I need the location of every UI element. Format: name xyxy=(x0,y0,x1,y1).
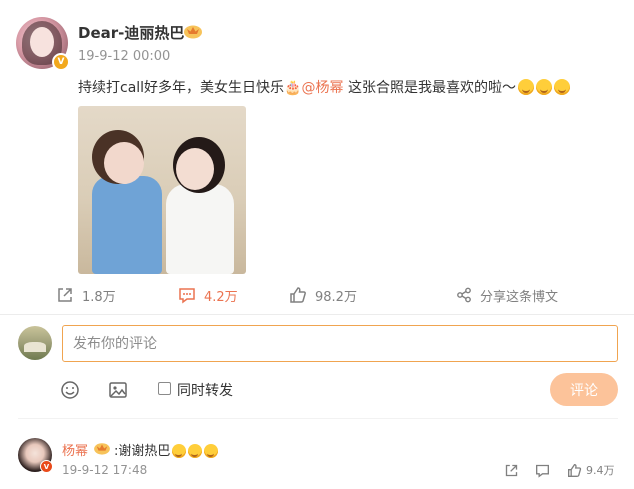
crown-icon xyxy=(94,443,110,455)
post-text-tail: 这张合照是我最喜欢的啦～ xyxy=(343,80,516,96)
thumbs-up-icon xyxy=(568,463,582,477)
repost-checkbox[interactable] xyxy=(158,382,171,395)
repost-button[interactable]: 1.8万 xyxy=(56,285,116,305)
reply-time: 19-9-12 17:48 xyxy=(62,463,148,477)
image-icon[interactable] xyxy=(108,380,128,400)
divider xyxy=(18,418,618,419)
repost-icon xyxy=(505,464,518,476)
kiss-emoji-icon xyxy=(204,444,219,458)
repost-count: 1.8万 xyxy=(82,289,116,305)
verified-badge: V xyxy=(52,53,70,71)
reply-like-count: 9.4万 xyxy=(586,464,615,477)
like-count: 98.2万 xyxy=(315,289,357,305)
reply-text: :谢谢热巴 xyxy=(114,440,219,459)
share-label: 分享这条博文 xyxy=(480,289,559,305)
post-image[interactable] xyxy=(78,106,246,274)
repost-icon xyxy=(58,288,72,302)
reply-comment-button[interactable] xyxy=(535,462,550,478)
cake-emoji: 🎂 xyxy=(284,80,302,96)
comment-icon xyxy=(179,288,195,304)
emoji-icon[interactable] xyxy=(60,380,80,400)
repost-label[interactable]: 同时转发 xyxy=(177,380,233,400)
verified-badge: V xyxy=(40,460,53,473)
comment-count: 4.2万 xyxy=(204,289,238,305)
kiss-emoji-icon xyxy=(188,444,203,458)
submit-comment-button[interactable]: 评论 xyxy=(550,373,618,406)
smile-emoji-icon xyxy=(535,79,552,95)
mention-link[interactable]: @杨幂 xyxy=(302,80,344,96)
comment-button[interactable]: 4.2万 xyxy=(178,285,238,305)
comment-icon xyxy=(536,464,549,478)
smile-emoji-icon xyxy=(517,79,534,95)
reply-repost-button[interactable] xyxy=(504,462,519,478)
post-time[interactable]: 19-9-12 00:00 xyxy=(78,49,170,64)
share-button[interactable]: 分享这条博文 xyxy=(456,285,558,305)
post-text: 持续打call好多年，美女生日快乐🎂@杨幂 这张合照是我最喜欢的啦～ xyxy=(78,77,570,97)
current-user-avatar[interactable] xyxy=(18,326,52,360)
share-icon xyxy=(457,287,471,303)
comment-input[interactable] xyxy=(62,325,618,362)
kiss-emoji-icon xyxy=(172,444,187,458)
reply-author[interactable]: 杨幂 xyxy=(62,440,88,459)
reply-like-button[interactable]: 9.4万 xyxy=(567,462,615,478)
crown-icon xyxy=(184,25,202,39)
post-text-main: 持续打call好多年，美女生日快乐 xyxy=(78,80,285,96)
thumbs-up-icon xyxy=(290,287,306,303)
smile-emoji-icon xyxy=(553,79,570,95)
like-button[interactable]: 98.2万 xyxy=(289,285,357,305)
author-name[interactable]: Dear-迪丽热巴 xyxy=(78,22,184,43)
divider xyxy=(0,314,634,315)
reply-text-main: :谢谢热巴 xyxy=(114,444,171,459)
